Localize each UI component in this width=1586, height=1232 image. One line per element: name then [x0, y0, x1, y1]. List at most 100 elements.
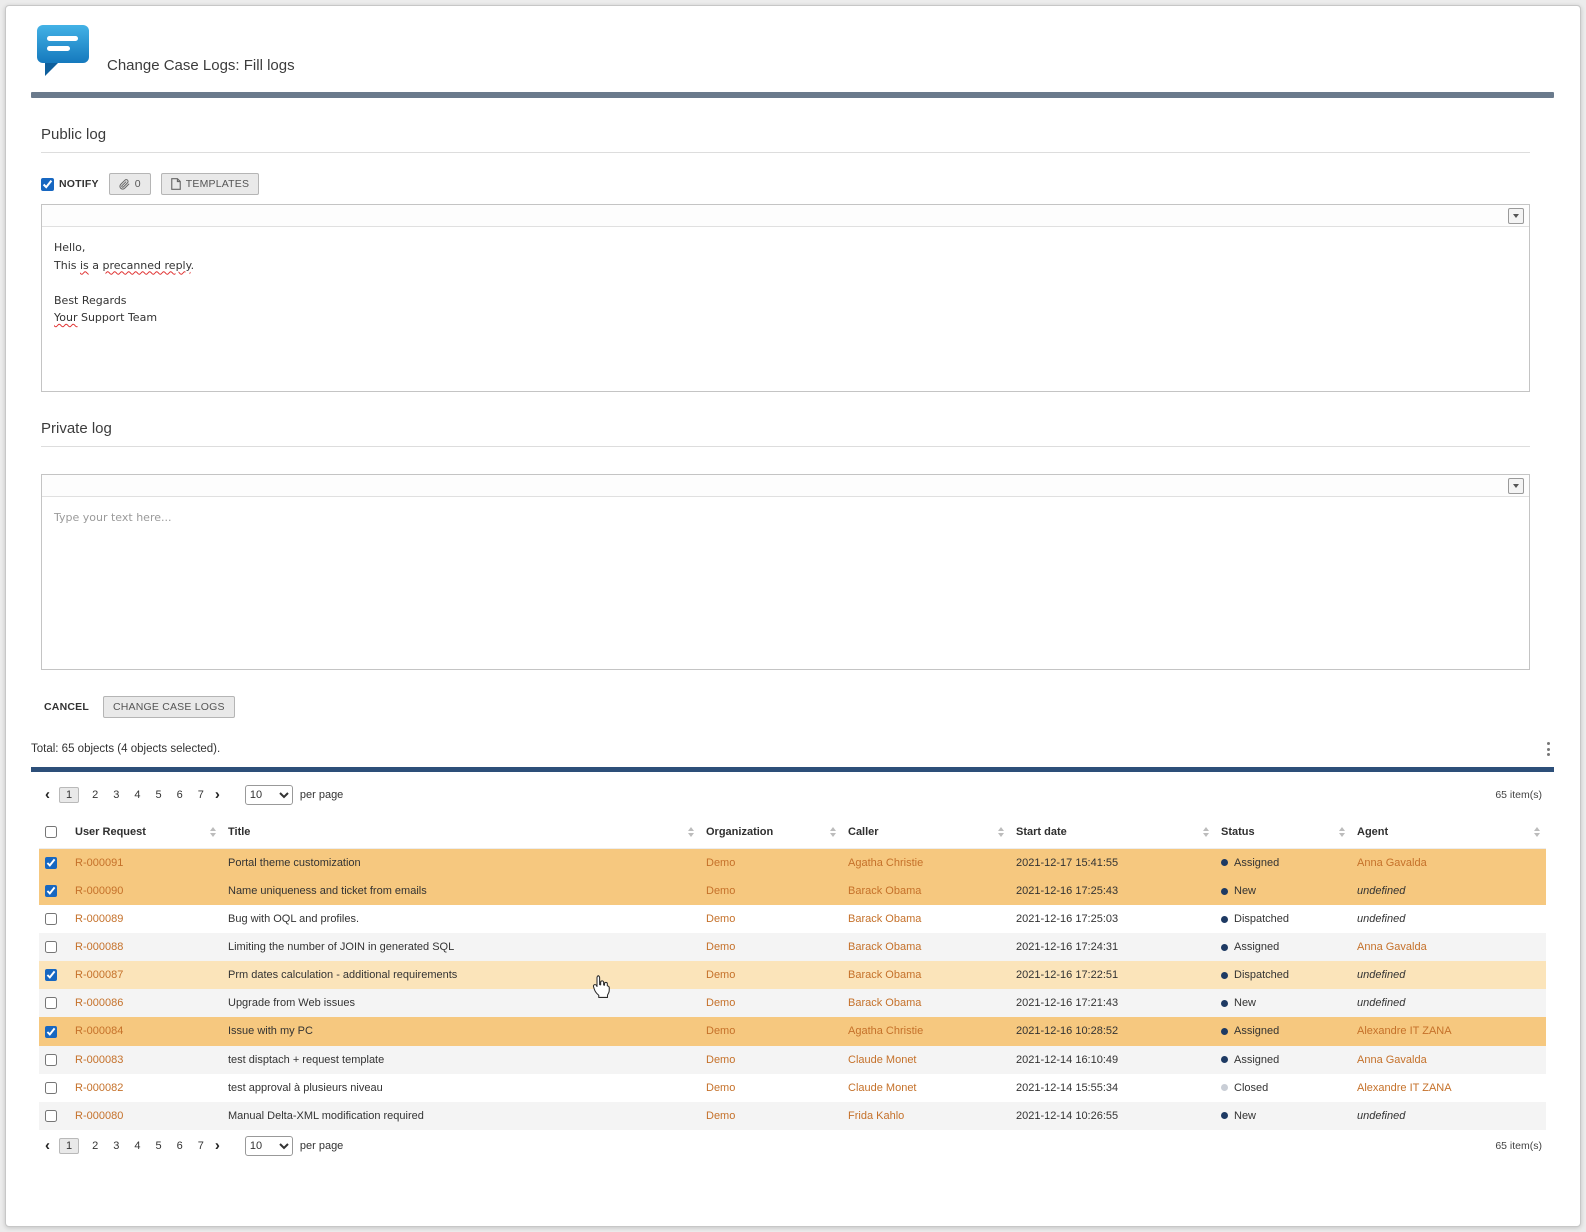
table-row[interactable]: R-000090 Name uniqueness and ticket from…: [39, 876, 1546, 906]
sort-icon[interactable]: [1203, 826, 1209, 837]
sort-icon[interactable]: [688, 826, 694, 837]
caller-link[interactable]: Agatha Christie: [848, 1025, 923, 1037]
organization-link[interactable]: Demo: [706, 913, 735, 925]
per-page-select[interactable]: 10: [244, 784, 293, 805]
col-status[interactable]: Status: [1215, 815, 1351, 849]
caller-link[interactable]: Barack Obama: [848, 885, 921, 897]
table-row[interactable]: R-000084 Issue with my PC Demo Agatha Ch…: [39, 1017, 1546, 1046]
public-log-content[interactable]: Hello, This is a precanned reply. Best Re…: [42, 227, 1529, 391]
user-request-link[interactable]: R-000086: [75, 997, 123, 1009]
private-log-content[interactable]: Type your text here...: [42, 497, 1529, 669]
agent-link[interactable]: Alexandre IT ZANA: [1357, 1082, 1452, 1094]
page-button-4[interactable]: 4: [132, 1138, 142, 1154]
table-row[interactable]: R-000083 test disptach + request templat…: [39, 1045, 1546, 1074]
row-checkbox[interactable]: [45, 1025, 57, 1038]
organization-link[interactable]: Demo: [706, 1025, 735, 1037]
page-button-7[interactable]: 7: [196, 1138, 206, 1154]
row-checkbox[interactable]: [45, 1109, 57, 1122]
col-caller[interactable]: Caller: [842, 815, 1010, 849]
agent-link[interactable]: Alexandre IT ZANA: [1357, 1025, 1452, 1037]
caller-link[interactable]: Claude Monet: [848, 1082, 917, 1094]
notify-checkbox-label[interactable]: NOTIFY: [41, 177, 99, 191]
row-checkbox[interactable]: [45, 997, 57, 1010]
private-log-editor[interactable]: Type your text here...: [41, 474, 1530, 670]
page-button-1[interactable]: 1: [59, 1137, 80, 1154]
page-button-3[interactable]: 3: [111, 787, 121, 803]
page-button-7[interactable]: 7: [196, 787, 206, 803]
per-page-select[interactable]: 10: [244, 1135, 293, 1156]
row-checkbox[interactable]: [45, 1053, 57, 1066]
row-checkbox[interactable]: [45, 1081, 57, 1094]
organization-link[interactable]: Demo: [706, 997, 735, 1009]
user-request-link[interactable]: R-000089: [75, 913, 123, 925]
table-row[interactable]: R-000089 Bug with OQL and profiles. Demo…: [39, 905, 1546, 934]
col-organization[interactable]: Organization: [700, 815, 842, 849]
templates-button[interactable]: TEMPLATES: [160, 173, 260, 195]
col-start-date[interactable]: Start date: [1010, 815, 1215, 849]
row-checkbox[interactable]: [45, 856, 57, 869]
table-row[interactable]: R-000086 Upgrade from Web issues Demo Ba…: [39, 989, 1546, 1018]
row-checkbox[interactable]: [45, 913, 57, 926]
prev-page-button[interactable]: ‹: [43, 1138, 52, 1153]
attachments-button[interactable]: 0: [108, 173, 151, 195]
sort-icon[interactable]: [210, 826, 216, 837]
select-all-checkbox[interactable]: [45, 825, 57, 838]
organization-link[interactable]: Demo: [706, 941, 735, 953]
user-request-link[interactable]: R-000091: [75, 857, 123, 869]
next-page-button[interactable]: ›: [213, 787, 222, 802]
user-request-link[interactable]: R-000090: [75, 885, 123, 897]
row-checkbox[interactable]: [45, 969, 57, 982]
page-button-1[interactable]: 1: [59, 786, 80, 803]
caller-link[interactable]: Barack Obama: [848, 941, 921, 953]
col-user-request[interactable]: User Request: [69, 815, 222, 849]
kebab-menu-icon[interactable]: [1543, 740, 1554, 759]
page-button-6[interactable]: 6: [175, 1138, 185, 1154]
agent-link[interactable]: Anna Gavalda: [1357, 1054, 1427, 1066]
caller-link[interactable]: Barack Obama: [848, 969, 921, 981]
page-button-3[interactable]: 3: [111, 1138, 121, 1154]
sort-icon[interactable]: [1534, 826, 1540, 837]
toolbar-expand-button[interactable]: [1508, 478, 1524, 494]
col-title[interactable]: Title: [222, 815, 700, 849]
table-row[interactable]: R-000080 Manual Delta-XML modification r…: [39, 1101, 1546, 1130]
user-request-link[interactable]: R-000084: [75, 1025, 123, 1037]
next-page-button[interactable]: ›: [213, 1138, 222, 1153]
user-request-link[interactable]: R-000087: [75, 969, 123, 981]
organization-link[interactable]: Demo: [706, 1110, 735, 1122]
page-button-2[interactable]: 2: [90, 1138, 100, 1154]
toolbar-expand-button[interactable]: [1508, 208, 1524, 224]
user-request-link[interactable]: R-000082: [75, 1082, 123, 1094]
caller-link[interactable]: Agatha Christie: [848, 857, 923, 869]
cancel-button[interactable]: CANCEL: [38, 697, 95, 717]
sort-icon[interactable]: [830, 826, 836, 837]
change-case-logs-button[interactable]: CHANGE CASE LOGS: [102, 696, 235, 718]
organization-link[interactable]: Demo: [706, 857, 735, 869]
public-log-editor[interactable]: Hello, This is a precanned reply. Best Re…: [41, 204, 1530, 392]
user-request-link[interactable]: R-000083: [75, 1054, 123, 1066]
row-checkbox[interactable]: [45, 885, 57, 898]
agent-link[interactable]: Anna Gavalda: [1357, 857, 1427, 869]
page-button-5[interactable]: 5: [154, 1138, 164, 1154]
page-button-6[interactable]: 6: [175, 787, 185, 803]
organization-link[interactable]: Demo: [706, 885, 735, 897]
caller-link[interactable]: Barack Obama: [848, 997, 921, 1009]
row-checkbox[interactable]: [45, 941, 57, 954]
prev-page-button[interactable]: ‹: [43, 787, 52, 802]
user-request-link[interactable]: R-000080: [75, 1110, 123, 1122]
table-row[interactable]: R-000082 test approval à plusieurs nivea…: [39, 1073, 1546, 1102]
organization-link[interactable]: Demo: [706, 1054, 735, 1066]
caller-link[interactable]: Frida Kahlo: [848, 1110, 904, 1122]
notify-checkbox[interactable]: [41, 177, 54, 191]
organization-link[interactable]: Demo: [706, 1082, 735, 1094]
user-request-link[interactable]: R-000088: [75, 941, 123, 953]
organization-link[interactable]: Demo: [706, 969, 735, 981]
caller-link[interactable]: Claude Monet: [848, 1054, 917, 1066]
table-row[interactable]: R-000088 Limiting the number of JOIN in …: [39, 933, 1546, 962]
sort-icon[interactable]: [1339, 826, 1345, 837]
table-row[interactable]: R-000091 Portal theme customization Demo…: [39, 848, 1546, 877]
caller-link[interactable]: Barack Obama: [848, 913, 921, 925]
agent-link[interactable]: Anna Gavalda: [1357, 941, 1427, 953]
sort-icon[interactable]: [998, 826, 1004, 837]
page-button-2[interactable]: 2: [90, 787, 100, 803]
col-agent[interactable]: Agent: [1351, 815, 1546, 849]
